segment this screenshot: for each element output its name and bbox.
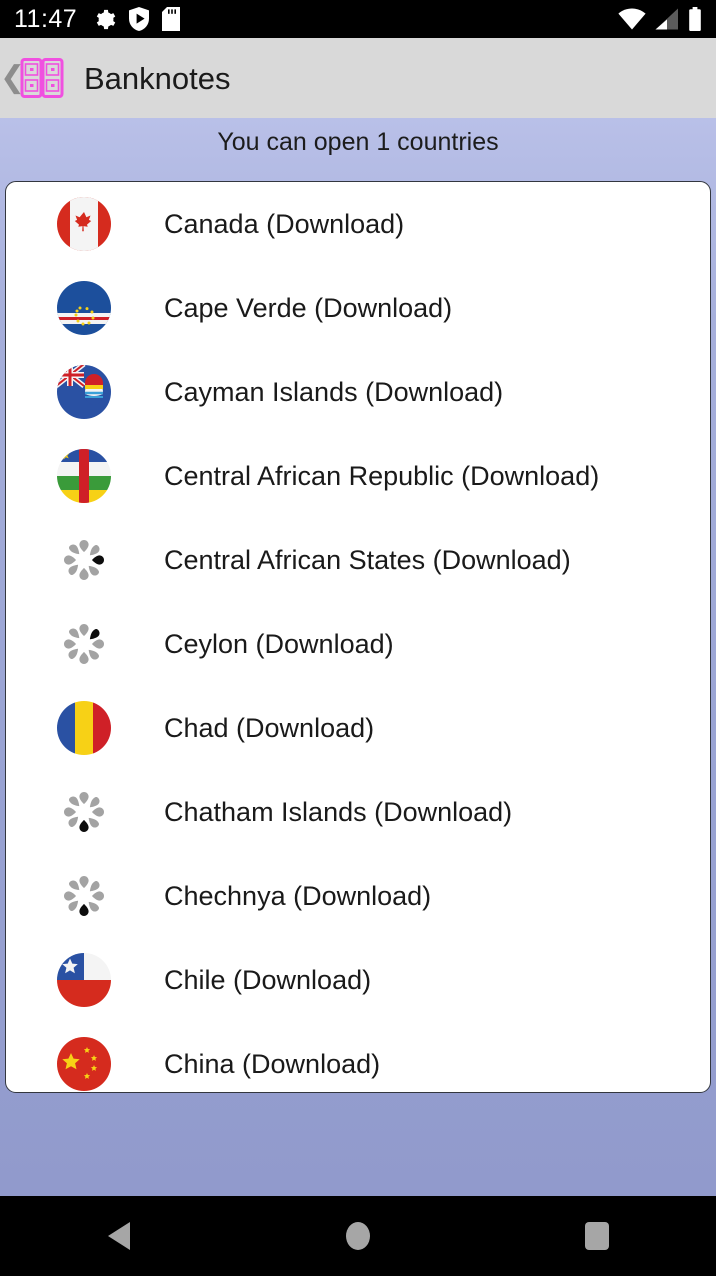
list-item-label: Chile (Download) (164, 964, 372, 995)
list-item-label: Cayman Islands (Download) (164, 376, 504, 407)
cell-signal-icon (655, 8, 678, 30)
loading-spinner-icon (64, 876, 104, 916)
status-left-icons (93, 7, 181, 31)
country-list-card[interactable]: Canada (Download) Cape Verde (Download) … (5, 181, 711, 1093)
flag-central-african-republic-icon (57, 449, 111, 503)
banknotes-book-icon[interactable] (20, 56, 64, 100)
status-right-icons (618, 7, 702, 31)
flag-chile-icon (57, 953, 111, 1007)
status-clock: 11:47 (14, 4, 78, 33)
list-item-label: Central African Republic (Download) (164, 460, 600, 491)
status-bar: 11:47 (0, 0, 716, 38)
phone-screen: 11:47 ❮ Banknotes You can open 1 countri… (0, 0, 716, 1276)
flag-canada-icon (57, 197, 111, 251)
list-item[interactable]: Ceylon (Download) (6, 602, 710, 686)
list-item[interactable]: Central African States (Download) (6, 518, 710, 602)
page-title: Banknotes (84, 60, 231, 96)
nav-home-button[interactable] (298, 1196, 418, 1276)
loading-spinner-icon (64, 540, 104, 580)
list-item[interactable]: Chechnya (Download) (6, 854, 710, 938)
list-item[interactable]: Chatham Islands (Download) (6, 770, 710, 854)
circle-home-icon (345, 1222, 370, 1250)
list-item-label: Chechnya (Download) (164, 880, 432, 911)
flag-cape-verde-icon (57, 281, 111, 335)
open-countries-status: You can open 1 countries (217, 128, 499, 156)
list-item-label: Chad (Download) (164, 712, 375, 743)
list-item[interactable]: Cayman Islands (Download) (6, 350, 710, 434)
nav-recents-button[interactable] (537, 1196, 657, 1276)
list-item-label: Canada (Download) (164, 208, 405, 239)
list-item[interactable]: Chad (Download) (6, 686, 710, 770)
sd-card-icon (162, 7, 181, 31)
content-area: You can open 1 countries Canada (Downloa… (0, 118, 716, 1236)
list-item[interactable]: Canada (Download) (6, 182, 710, 266)
list-item[interactable]: Central African Republic (Download) (6, 434, 710, 518)
list-item-label: Ceylon (Download) (164, 628, 394, 659)
gear-icon (97, 9, 116, 29)
list-item-label: China (Download) (164, 1048, 381, 1079)
navigation-bar (0, 1196, 716, 1276)
loading-spinner-icon (64, 624, 104, 664)
square-recents-icon (584, 1222, 609, 1250)
flag-china-icon (57, 1037, 111, 1091)
list-item-label: Cape Verde (Download) (164, 292, 453, 323)
flag-chad-icon (57, 701, 111, 755)
list-item[interactable]: Cape Verde (Download) (6, 266, 710, 350)
nav-back-button[interactable] (59, 1196, 179, 1276)
triangle-back-icon (108, 1222, 131, 1250)
play-shield-icon (129, 7, 150, 31)
list-item-label: Chatham Islands (Download) (164, 796, 513, 827)
list-item[interactable]: Chile (Download) (6, 938, 710, 1022)
back-chevron-icon[interactable]: ❮ (0, 63, 25, 93)
action-bar: ❮ Banknotes (0, 38, 716, 118)
flag-cayman-islands-icon (57, 365, 111, 419)
battery-icon (689, 7, 701, 31)
loading-spinner-icon (64, 792, 104, 832)
wifi-icon (618, 8, 646, 30)
list-item-label: Central African States (Download) (164, 544, 571, 575)
list-item[interactable]: China (Download) (6, 1022, 710, 1092)
